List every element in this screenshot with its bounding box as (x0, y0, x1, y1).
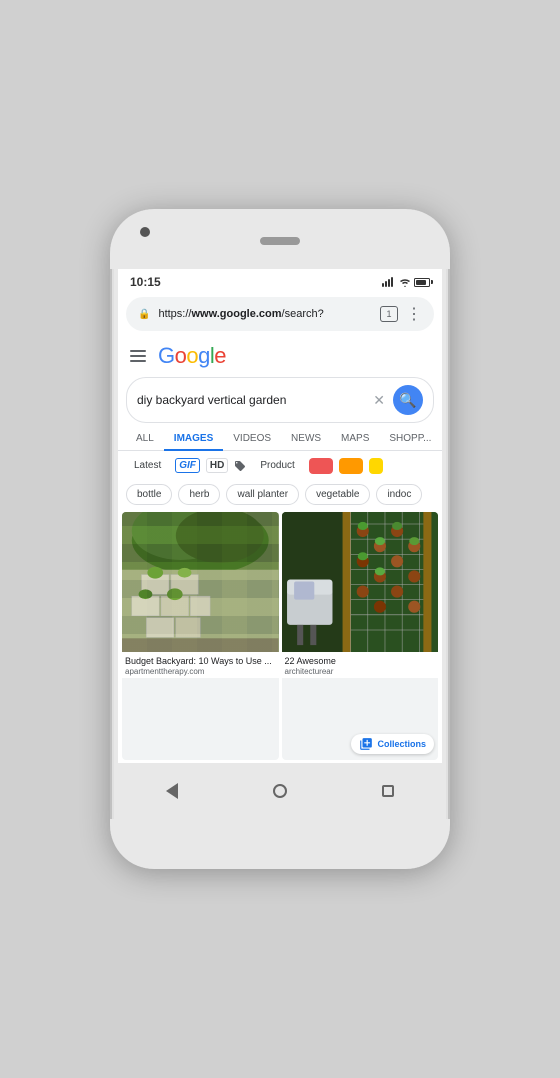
tab-all[interactable]: ALL (126, 427, 164, 450)
search-box[interactable]: diy backyard vertical garden ✕ 🔍 (126, 377, 434, 423)
caption-title-1: Budget Backyard: 10 Ways to Use ... (125, 656, 276, 667)
wifi-icon (399, 278, 411, 287)
collections-badge[interactable]: Collections (351, 734, 434, 754)
chip-vegetable[interactable]: vegetable (305, 484, 370, 505)
battery-icon (414, 278, 430, 287)
filter-product[interactable]: Product (252, 457, 302, 474)
caption-title-2: 22 Awesome (285, 656, 436, 667)
caption-source-1: apartmenttherapy.com (125, 667, 276, 676)
tab-count[interactable]: 1 (380, 306, 398, 322)
image-card-1[interactable]: Budget Backyard: 10 Ways to Use ... apar… (122, 512, 279, 760)
status-time: 10:15 (130, 275, 161, 289)
image-caption-2: 22 Awesome architecturear (282, 652, 439, 678)
url-text: https://www.google.com/search? (158, 308, 372, 320)
phone-frame: 10:15 🔒 (110, 209, 450, 869)
tab-images[interactable]: IMAGES (164, 427, 223, 450)
screen: 10:15 🔒 (118, 269, 442, 763)
tab-news[interactable]: NEWS (281, 427, 331, 450)
phone-chin (110, 819, 450, 869)
tab-videos[interactable]: VIDEOS (223, 427, 281, 450)
logo-o1: o (175, 343, 187, 368)
logo-g: G (158, 343, 175, 368)
cinder-garden-image (122, 512, 279, 652)
status-bar: 10:15 (118, 269, 442, 293)
pots-garden-image (282, 512, 439, 652)
tab-maps[interactable]: MAPS (331, 427, 379, 450)
logo-g2: g (198, 343, 210, 368)
chip-wall-planter[interactable]: wall planter (226, 484, 299, 505)
image-column-right: 22 Awesome architecturear Collections (282, 512, 439, 760)
filter-color-orange[interactable] (339, 458, 363, 474)
camera (140, 227, 150, 237)
back-icon (166, 783, 178, 799)
filter-color-yellow[interactable] (369, 458, 383, 474)
chip-indoor[interactable]: indoc (376, 484, 422, 505)
search-icon: 🔍 (399, 392, 416, 409)
url-start: https:// (158, 308, 191, 320)
url-bar[interactable]: 🔒 https://www.google.com/search? 1 ⋮ (126, 297, 434, 331)
collections-icon (359, 737, 373, 751)
tag-icon (234, 460, 246, 472)
back-button[interactable] (157, 776, 187, 806)
chip-bottle[interactable]: bottle (126, 484, 172, 505)
chip-herb[interactable]: herb (178, 484, 220, 505)
lock-icon: 🔒 (138, 309, 150, 320)
image-caption-1: Budget Backyard: 10 Ways to Use ... apar… (122, 652, 279, 678)
recents-icon (382, 785, 394, 797)
status-icons (382, 277, 430, 287)
home-icon (273, 784, 287, 798)
caption-source-2: architecturear (285, 667, 436, 676)
phone-top-bar (110, 209, 450, 269)
chips-bar: bottle herb wall planter vegetable indoc (118, 480, 442, 509)
image-grid: Budget Backyard: 10 Ways to Use ... apar… (118, 509, 442, 763)
google-logo: Google (158, 343, 226, 369)
filter-bar: Latest GIF HD Product (118, 451, 442, 480)
home-button[interactable] (265, 776, 295, 806)
filter-latest[interactable]: Latest (126, 457, 169, 474)
google-header: Google (118, 335, 442, 373)
hamburger-menu[interactable] (130, 350, 146, 362)
filter-gif[interactable]: GIF (175, 458, 200, 473)
search-query: diy backyard vertical garden (137, 393, 365, 407)
more-options-icon[interactable]: ⋮ (406, 304, 422, 324)
image-card-2[interactable]: 22 Awesome architecturear Collections (282, 512, 439, 760)
recents-button[interactable] (373, 776, 403, 806)
signal-icon (382, 277, 396, 287)
search-tabs: ALL IMAGES VIDEOS NEWS MAPS SHOPP... (118, 427, 442, 451)
image-column-left: Budget Backyard: 10 Ways to Use ... apar… (122, 512, 279, 760)
search-button[interactable]: 🔍 (393, 385, 423, 415)
filter-color-red[interactable] (309, 458, 333, 474)
clear-search-button[interactable]: ✕ (373, 392, 385, 409)
url-domain: www.google.com (191, 308, 281, 320)
logo-o2: o (186, 343, 198, 368)
logo-e: e (214, 343, 226, 368)
collections-label: Collections (377, 739, 426, 749)
tab-shopping[interactable]: SHOPP... (379, 427, 441, 450)
speaker (260, 237, 300, 245)
filter-hd[interactable]: HD (206, 458, 228, 473)
url-end: /search? (282, 308, 324, 320)
phone-bottom-nav (118, 763, 442, 819)
